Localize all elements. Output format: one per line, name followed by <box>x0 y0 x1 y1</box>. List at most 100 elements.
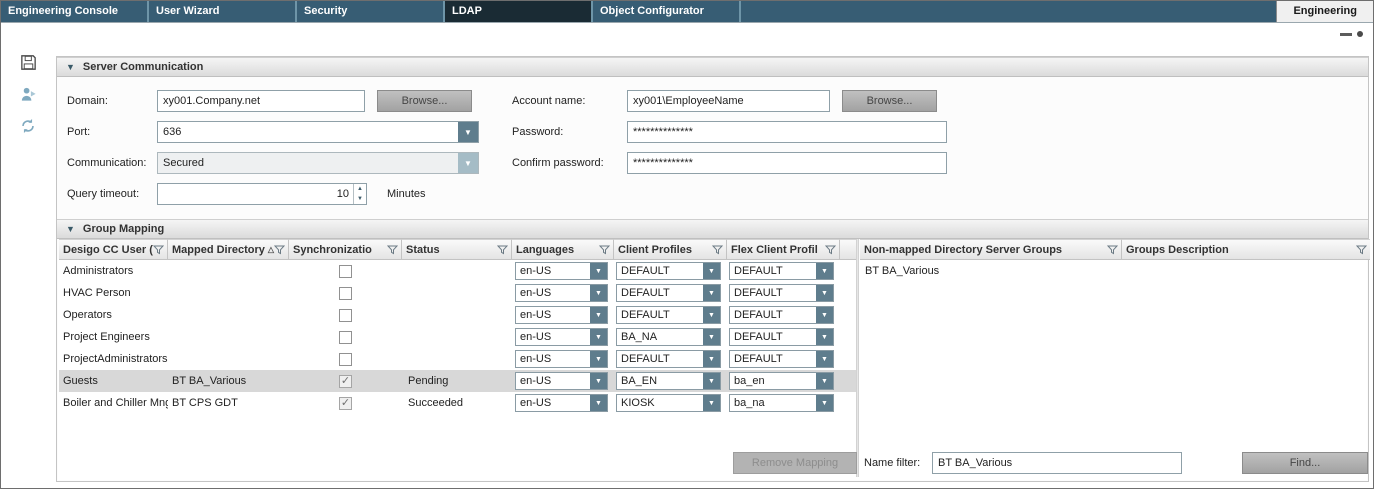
flex-profile-dropdown[interactable]: DEFAULT ▼ <box>729 306 834 324</box>
table-row[interactable]: Boiler and Chiller Mng BT CPS GDT Succee… <box>59 392 856 414</box>
filter-icon[interactable] <box>274 245 288 255</box>
query-timeout-input[interactable] <box>158 184 353 204</box>
language-dropdown[interactable]: en-US ▼ <box>515 372 608 390</box>
sync-checkbox[interactable] <box>339 287 352 300</box>
communication-combobox[interactable]: Secured ▼ <box>157 152 479 174</box>
chevron-down-icon[interactable]: ▼ <box>816 395 833 411</box>
language-dropdown[interactable]: en-US ▼ <box>515 262 608 280</box>
filter-icon[interactable] <box>1107 245 1121 255</box>
account-browse-button[interactable]: Browse... <box>842 90 937 112</box>
client-profile-dropdown[interactable]: BA_EN ▼ <box>616 372 721 390</box>
flex-profile-dropdown[interactable]: ba_na ▼ <box>729 394 834 412</box>
port-combobox[interactable]: 636 ▼ <box>157 121 479 143</box>
client-profile-dropdown[interactable]: BA_NA ▼ <box>616 328 721 346</box>
language-dropdown[interactable]: en-US ▼ <box>515 394 608 412</box>
tab-user-wizard[interactable]: User Wizard <box>149 1 297 22</box>
chevron-down-icon[interactable]: ▼ <box>590 395 607 411</box>
chevron-down-icon[interactable]: ▼ <box>703 395 720 411</box>
user-mapping-button[interactable] <box>19 85 38 104</box>
table-row[interactable]: Guests BT BA_Various Pending en-US ▼ BA_… <box>59 370 856 392</box>
table-splitter[interactable] <box>856 239 859 477</box>
column-languages[interactable]: Languages <box>512 239 614 260</box>
save-button[interactable] <box>19 53 38 72</box>
client-profile-dropdown[interactable]: DEFAULT ▼ <box>616 350 721 368</box>
tab-engineering-console[interactable]: Engineering Console <box>1 1 149 22</box>
filter-icon[interactable] <box>825 245 839 255</box>
sync-checkbox[interactable] <box>339 331 352 344</box>
sync-checkbox[interactable] <box>339 265 352 278</box>
sync-checkbox[interactable] <box>339 353 352 366</box>
domain-browse-button[interactable]: Browse... <box>377 90 472 112</box>
sync-checkbox[interactable] <box>339 397 352 410</box>
column-non-mapped-groups[interactable]: Non-mapped Directory Server Groups <box>860 239 1122 260</box>
chevron-down-icon[interactable]: ▼ <box>703 285 720 301</box>
chevron-down-icon[interactable]: ▼ <box>703 263 720 279</box>
sync-checkbox[interactable] <box>339 309 352 322</box>
chevron-down-icon[interactable]: ▼ <box>590 285 607 301</box>
spinner-up-icon[interactable]: ▲ <box>354 184 366 194</box>
table-row[interactable]: BT BA_Various <box>860 260 1370 282</box>
find-button[interactable]: Find... <box>1242 452 1368 474</box>
table-row[interactable]: Operators en-US ▼ DEFAULT ▼ DEFAULT ▼ <box>59 304 856 326</box>
filter-icon[interactable] <box>599 245 613 255</box>
name-filter-input[interactable] <box>932 452 1182 474</box>
chevron-down-icon[interactable]: ▼ <box>703 307 720 323</box>
column-mapped-directory[interactable]: Mapped Directory △ <box>168 239 289 260</box>
tab-object-configurator[interactable]: Object Configurator <box>593 1 741 22</box>
chevron-down-icon[interactable]: ▼ <box>703 351 720 367</box>
client-profile-dropdown[interactable]: DEFAULT ▼ <box>616 306 721 324</box>
language-dropdown[interactable]: en-US ▼ <box>515 350 608 368</box>
chevron-down-icon[interactable]: ▼ <box>703 373 720 389</box>
chevron-down-icon[interactable]: ▼ <box>816 373 833 389</box>
filter-icon[interactable] <box>1356 245 1370 255</box>
filter-icon[interactable] <box>153 245 167 255</box>
language-dropdown[interactable]: en-US ▼ <box>515 328 608 346</box>
filter-icon[interactable] <box>387 245 401 255</box>
table-row[interactable]: HVAC Person en-US ▼ DEFAULT ▼ DEFAULT ▼ <box>59 282 856 304</box>
chevron-down-icon[interactable]: ▼ <box>590 307 607 323</box>
flex-profile-dropdown[interactable]: DEFAULT ▼ <box>729 284 834 302</box>
chevron-down-icon[interactable]: ▼ <box>816 285 833 301</box>
column-status[interactable]: Status <box>402 239 512 260</box>
domain-input[interactable] <box>157 90 365 112</box>
column-synchronization[interactable]: Synchronizatio <box>289 239 402 260</box>
tab-security[interactable]: Security <box>297 1 445 22</box>
column-flex-client-profiles[interactable]: Flex Client Profil <box>727 239 840 260</box>
filter-icon[interactable] <box>497 245 511 255</box>
table-row[interactable]: Project Engineers en-US ▼ BA_NA ▼ DEFAUL… <box>59 326 856 348</box>
spinner-down-icon[interactable]: ▼ <box>354 194 366 204</box>
remove-mapping-button[interactable]: Remove Mapping <box>733 452 857 474</box>
flex-profile-dropdown[interactable]: ba_en ▼ <box>729 372 834 390</box>
chevron-down-icon[interactable]: ▼ <box>590 351 607 367</box>
filter-icon[interactable] <box>712 245 726 255</box>
chevron-down-icon[interactable]: ▼ <box>590 329 607 345</box>
client-profile-dropdown[interactable]: DEFAULT ▼ <box>616 262 721 280</box>
chevron-down-icon[interactable]: ▼ <box>590 373 607 389</box>
account-name-input[interactable] <box>627 90 830 112</box>
flex-profile-dropdown[interactable]: DEFAULT ▼ <box>729 328 834 346</box>
chevron-down-icon[interactable]: ▼ <box>590 263 607 279</box>
tab-engineering-mode[interactable]: Engineering <box>1276 1 1373 22</box>
chevron-down-icon[interactable]: ▼ <box>458 122 478 142</box>
chevron-down-icon[interactable]: ▼ <box>816 351 833 367</box>
column-desigo-cc-user[interactable]: Desigo CC User ( <box>59 239 168 260</box>
sync-checkbox[interactable] <box>339 375 352 388</box>
confirm-password-input[interactable] <box>627 152 947 174</box>
flex-profile-dropdown[interactable]: DEFAULT ▼ <box>729 262 834 280</box>
panel-splitter-handle[interactable] <box>1340 31 1363 37</box>
flex-profile-dropdown[interactable]: DEFAULT ▼ <box>729 350 834 368</box>
section-header-server-communication[interactable]: ▼ Server Communication <box>57 57 1368 77</box>
column-groups-description[interactable]: Groups Description <box>1122 239 1370 260</box>
refresh-button[interactable] <box>19 117 37 135</box>
tab-ldap[interactable]: LDAP <box>445 1 593 22</box>
language-dropdown[interactable]: en-US ▼ <box>515 284 608 302</box>
chevron-down-icon[interactable]: ▼ <box>458 153 478 173</box>
query-timeout-spinner[interactable]: ▲ ▼ <box>157 183 367 205</box>
client-profile-dropdown[interactable]: KIOSK ▼ <box>616 394 721 412</box>
column-client-profiles[interactable]: Client Profiles <box>614 239 727 260</box>
password-input[interactable] <box>627 121 947 143</box>
chevron-down-icon[interactable]: ▼ <box>816 329 833 345</box>
table-row[interactable]: ProjectAdministrators en-US ▼ DEFAULT ▼ … <box>59 348 856 370</box>
language-dropdown[interactable]: en-US ▼ <box>515 306 608 324</box>
table-row[interactable]: Administrators en-US ▼ DEFAULT ▼ DEFAULT… <box>59 260 856 282</box>
